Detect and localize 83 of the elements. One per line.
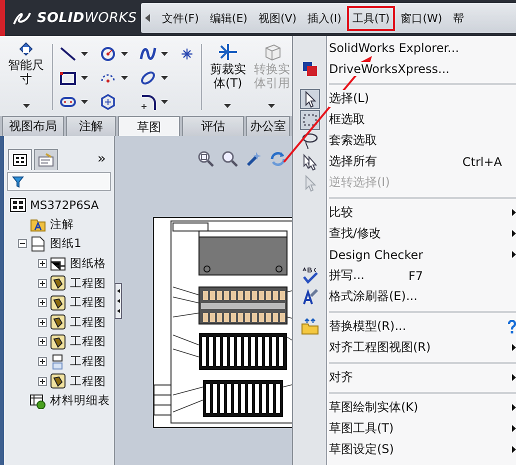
drawing-view-icon (50, 373, 66, 390)
filter-icon (12, 176, 24, 188)
sheet-icon (30, 236, 46, 252)
menu-item[interactable]: 选择所有 Ctrl+A (293, 151, 516, 172)
toolbar-button[interactable]: 剪裁实体(T) (208, 40, 248, 114)
menu-bar-item[interactable]: 工具(T) (347, 6, 395, 30)
menu-item[interactable]: 拼写... F7 (293, 265, 516, 286)
menu-item[interactable]: DriveWorksXpress... (293, 58, 516, 79)
menu-item[interactable]: 选择(L) (293, 88, 516, 109)
drawing-view-icon (50, 294, 66, 311)
caret-icon (160, 52, 168, 56)
zoom-icon (221, 150, 239, 168)
tree-item[interactable]: 工程图 (4, 273, 114, 293)
zoom-icon (197, 150, 215, 168)
menu-bar-item[interactable]: 编辑(E) (204, 6, 252, 30)
menu-bar-item[interactable]: 文件(F) (157, 6, 204, 30)
caret-icon (160, 100, 168, 104)
tab[interactable]: 评估 (182, 116, 244, 136)
menu-item[interactable]: 查找/修改 (293, 223, 516, 244)
drawing-view-icon (50, 334, 66, 350)
toolbar-button[interactable]: 智能尺寸 (6, 40, 46, 114)
dimension-icon (18, 42, 34, 58)
spline-icon (138, 45, 157, 63)
circle-icon (98, 45, 117, 63)
logo-text: SOLIDWORKS (37, 10, 137, 26)
menu-bar-item[interactable]: 帮 (448, 6, 470, 30)
tree-icon (13, 154, 27, 166)
tab[interactable]: 草图 (118, 116, 180, 136)
expand-panel-button[interactable]: » (97, 151, 110, 170)
tab[interactable]: 注解 (66, 116, 116, 136)
polygon-icon (98, 93, 117, 111)
table-icon (30, 392, 46, 409)
caret-icon (80, 100, 88, 104)
menu-bar-item[interactable]: 视图(V) (253, 6, 302, 30)
rectangle-icon (58, 69, 77, 87)
menu-item[interactable]: 替换模型(R)... (293, 316, 516, 337)
caret-icon (80, 76, 88, 80)
menu-item[interactable]: 草图绘制实体(K) (293, 397, 516, 418)
tree-item[interactable]: MS372P6SA (4, 195, 114, 215)
menu-item[interactable]: 比较 (293, 202, 516, 223)
drawing-view-icon (50, 314, 66, 330)
tree-item[interactable]: 注解 (4, 214, 114, 234)
caret-icon (160, 76, 168, 80)
menu-bar-item[interactable]: 窗口(W) (396, 6, 448, 30)
drawing-view-icon (50, 275, 66, 292)
drawing-icon (10, 196, 26, 213)
tab[interactable]: 视图布局 (2, 116, 64, 136)
caret-icon (120, 76, 128, 80)
filter-field[interactable] (7, 172, 111, 191)
tree-item[interactable]: 材料明细表 (4, 390, 114, 411)
feature-tree-tab[interactable] (8, 149, 32, 170)
property-icon (38, 153, 54, 167)
caret-icon (22, 104, 30, 108)
tree-item[interactable]: 工程图 (4, 312, 114, 332)
scroll-left-icon (145, 14, 151, 22)
menu-item[interactable]: 框选取 (293, 109, 516, 130)
line-icon (58, 45, 77, 63)
menu-bar-item[interactable]: 插入(I) (302, 6, 346, 30)
menu-item[interactable]: 对齐工程图视图(R) (293, 337, 516, 358)
menu-item[interactable]: 草图设定(S) (293, 439, 516, 460)
tree-item[interactable]: 图纸格 (4, 254, 114, 274)
menu-item[interactable]: SolidWorks Explorer... (293, 37, 516, 58)
ellipse-icon (138, 69, 157, 87)
tree-item[interactable]: 工程图 (4, 352, 114, 372)
menu-item[interactable]: 格式涂刷器(E)... (293, 286, 516, 307)
sheet-format-icon (50, 256, 66, 272)
menu-item[interactable]: Design Checker (293, 244, 516, 265)
tab[interactable]: 办公室 (246, 116, 290, 136)
menu-item[interactable]: 对齐 (293, 367, 516, 388)
caret-icon (268, 104, 276, 108)
tree-item[interactable]: 工程图 (4, 371, 114, 391)
fillet-icon (138, 93, 157, 111)
rotate-icon (269, 150, 287, 168)
caret-icon (120, 52, 128, 56)
tree-item[interactable]: 工程图 (4, 332, 114, 352)
property-tab[interactable] (34, 149, 58, 170)
wand-icon (245, 150, 263, 168)
tree-item[interactable]: 工程图 (4, 292, 114, 313)
menu-item[interactable]: 草图工具(T) (293, 418, 516, 439)
caret-icon (80, 52, 88, 56)
menu-item[interactable]: 套索选取 (293, 130, 516, 151)
tree-item[interactable]: 图纸1 (4, 234, 114, 254)
caret-icon (224, 104, 232, 108)
